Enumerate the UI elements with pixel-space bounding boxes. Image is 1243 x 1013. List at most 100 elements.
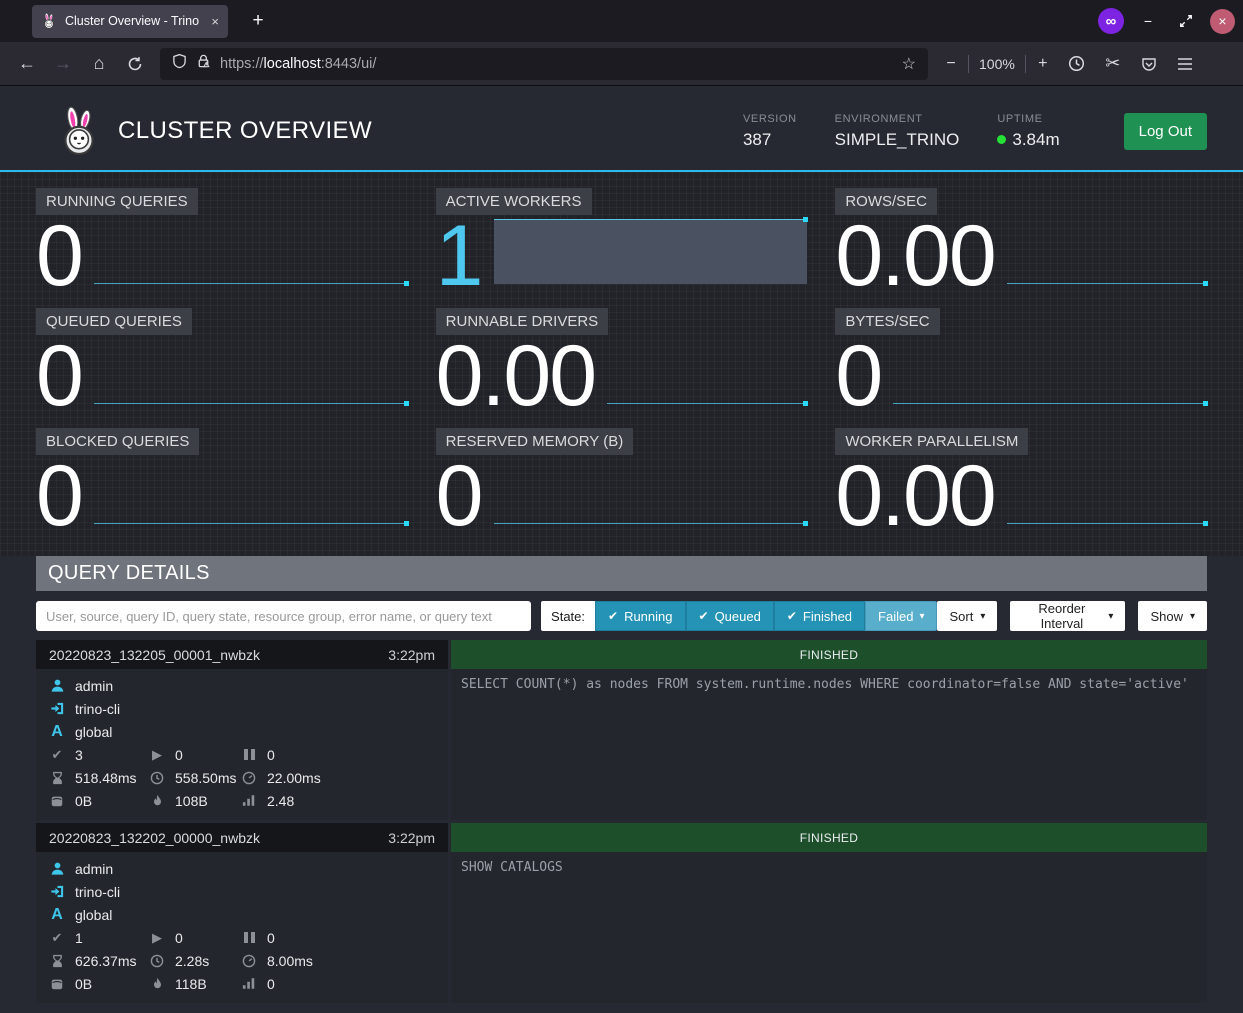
- memory-icon: [49, 794, 65, 808]
- tab-close-icon[interactable]: ×: [211, 14, 219, 29]
- window-minimize-button[interactable]: −: [1134, 7, 1162, 35]
- resource-group-icon: A: [49, 906, 65, 924]
- new-tab-button[interactable]: +: [244, 7, 272, 35]
- uptime-value: 3.84m: [1012, 130, 1059, 150]
- zoom-in-button[interactable]: +: [1030, 50, 1056, 78]
- query-time: 3:22pm: [388, 830, 435, 846]
- lock-warning-icon[interactable]: [196, 53, 211, 74]
- shield-icon[interactable]: [172, 53, 187, 74]
- parallelism-icon: [241, 977, 257, 990]
- zoom-level[interactable]: 100%: [973, 56, 1021, 72]
- query-sql-text: SELECT COUNT(*) as nodes FROM system.run…: [451, 669, 1207, 820]
- sparkline: [94, 335, 408, 416]
- tile-queued-queries: QUEUED QUERIES 0: [36, 308, 408, 416]
- check-icon: ✔: [787, 609, 797, 623]
- source-icon: [49, 701, 65, 716]
- query-user: admin: [75, 861, 113, 877]
- logout-button[interactable]: Log Out: [1124, 113, 1207, 150]
- tile-worker-parallelism: WORKER PARALLELISM 0.00: [835, 428, 1207, 536]
- state-running-toggle[interactable]: ✔ Running: [595, 601, 686, 631]
- hourglass-icon: [49, 954, 65, 968]
- chevron-down-icon: ▾: [1108, 611, 1113, 622]
- state-queued-toggle[interactable]: ✔ Queued: [686, 601, 774, 631]
- query-card: 20220823_132205_00001_nwbzk 3:22pm FINIS…: [36, 640, 1207, 820]
- parallelism-icon: [241, 794, 257, 807]
- play-icon: ▶: [149, 747, 165, 763]
- screenshot-icon[interactable]: ✂: [1096, 48, 1130, 80]
- query-id-link[interactable]: 20220823_132202_00000_nwbzk: [49, 830, 260, 846]
- sparkline: [494, 455, 808, 536]
- browser-tab[interactable]: Cluster Overview - Trino ×: [32, 5, 228, 38]
- query-id-link[interactable]: 20220823_132205_00001_nwbzk: [49, 647, 260, 663]
- check-icon: ✔: [699, 609, 709, 623]
- status-badge: FINISHED: [451, 640, 1207, 669]
- uptime-info: UPTIME 3.84m: [997, 113, 1059, 150]
- query-sql-text: SHOW CATALOGS: [451, 852, 1207, 1003]
- sort-dropdown[interactable]: Sort ▾: [937, 601, 997, 631]
- show-dropdown[interactable]: Show ▾: [1138, 601, 1207, 631]
- tile-runnable-drivers: RUNNABLE DRIVERS 0.00: [436, 308, 808, 416]
- clock-icon: [149, 771, 165, 785]
- pause-icon: [241, 749, 257, 760]
- version-value: 387: [743, 130, 797, 150]
- uptime-status-dot: [997, 135, 1006, 144]
- gauge-icon: [241, 771, 257, 785]
- query-search-input[interactable]: [36, 601, 531, 631]
- tile-reserved-memory: RESERVED MEMORY (B) 0: [436, 428, 808, 536]
- query-filter-toolbar: State: ✔ Running ✔ Queued ✔ Finished Fai…: [36, 601, 1207, 631]
- source-icon: [49, 884, 65, 899]
- chevron-down-icon: ▾: [980, 611, 985, 622]
- home-button[interactable]: ⌂: [82, 48, 116, 80]
- query-details-section: QUERY DETAILS State: ✔ Running ✔ Queued …: [36, 556, 1207, 1003]
- reload-button[interactable]: [118, 48, 152, 80]
- private-browsing-icon: ∞: [1098, 8, 1124, 34]
- trino-favicon: [41, 13, 57, 29]
- trino-bunny-logo: [58, 106, 100, 156]
- sparkline: [94, 215, 408, 296]
- flame-icon: [149, 977, 165, 991]
- query-resource-group: global: [75, 907, 112, 923]
- bookmark-star-icon[interactable]: ☆: [902, 54, 916, 74]
- pocket-icon[interactable]: [1132, 48, 1166, 80]
- window-close-button[interactable]: ×: [1210, 9, 1235, 34]
- query-card: 20220823_132202_00000_nwbzk 3:22pm FINIS…: [36, 823, 1207, 1003]
- window-restore-button[interactable]: [1172, 7, 1200, 35]
- query-time: 3:22pm: [388, 647, 435, 663]
- sparkline: [607, 335, 807, 416]
- state-filter-label: State:: [541, 601, 595, 631]
- memory-icon: [49, 977, 65, 991]
- query-source: trino-cli: [75, 701, 120, 717]
- state-failed-dropdown[interactable]: Failed ▾: [865, 601, 937, 631]
- reorder-interval-dropdown[interactable]: Reorder Interval ▾: [1010, 601, 1125, 631]
- back-button[interactable]: ←: [10, 48, 44, 80]
- environment-value: SIMPLE_TRINO: [835, 130, 960, 150]
- tile-running-queries: RUNNING QUERIES 0: [36, 188, 408, 296]
- zoom-controls: − 100% +: [938, 50, 1056, 78]
- user-icon: [49, 678, 65, 693]
- hourglass-icon: [49, 771, 65, 785]
- forward-button[interactable]: →: [46, 48, 80, 80]
- resource-group-icon: A: [49, 723, 65, 741]
- tile-blocked-queries: BLOCKED QUERIES 0: [36, 428, 408, 536]
- query-resource-group: global: [75, 724, 112, 740]
- history-clock-icon[interactable]: [1060, 48, 1094, 80]
- tile-active-workers: ACTIVE WORKERS 1: [436, 188, 808, 296]
- sparkline: [494, 215, 808, 296]
- state-filter-group: State: ✔ Running ✔ Queued ✔ Finished Fai…: [541, 601, 937, 631]
- version-info: VERSION 387: [743, 113, 797, 150]
- sparkline: [893, 335, 1207, 416]
- status-badge: FINISHED: [451, 823, 1207, 852]
- tile-bytes-sec: BYTES/SEC 0: [835, 308, 1207, 416]
- tile-rows-sec: ROWS/SEC 0.00: [835, 188, 1207, 296]
- sparkline: [94, 455, 408, 536]
- state-finished-toggle[interactable]: ✔ Finished: [774, 601, 865, 631]
- check-icon: ✔: [608, 609, 618, 623]
- chevron-down-icon: ▾: [1190, 611, 1195, 622]
- sparkline: [1007, 455, 1207, 536]
- url-bar[interactable]: https://localhost:8443/ui/ ☆: [160, 48, 928, 80]
- zoom-out-button[interactable]: −: [938, 50, 964, 78]
- gauge-icon: [241, 954, 257, 968]
- url-text: https://localhost:8443/ui/: [220, 56, 376, 72]
- menu-hamburger-icon[interactable]: [1168, 48, 1202, 80]
- tab-title: Cluster Overview - Trino: [65, 14, 203, 28]
